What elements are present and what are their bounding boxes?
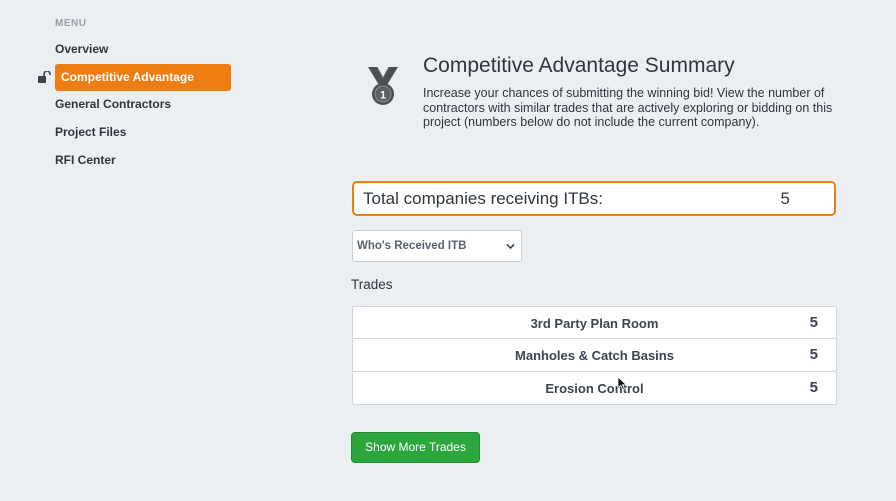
trade-row[interactable]: Erosion Control 5 (352, 372, 837, 405)
trade-count: 5 (809, 379, 818, 396)
trade-row[interactable]: 3rd Party Plan Room 5 (352, 306, 837, 339)
unlock-icon (38, 71, 51, 83)
itb-filter-value: Who's Received ITB (357, 240, 467, 252)
page: MENU Overview Competitive Advantage Gene… (0, 0, 896, 501)
page-description: Increase your chances of submitting the … (423, 86, 833, 129)
svg-text:1: 1 (380, 90, 386, 102)
trade-count: 5 (809, 314, 818, 331)
show-more-trades-button[interactable]: Show More Trades (351, 432, 480, 463)
sidebar-item-project-files[interactable]: Project Files (55, 125, 126, 139)
menu-label: MENU (55, 18, 87, 29)
sidebar-item-general-contractors[interactable]: General Contractors (55, 97, 171, 111)
trade-name: Erosion Control (545, 381, 644, 396)
chevron-down-icon (506, 243, 515, 250)
trade-name: 3rd Party Plan Room (530, 316, 659, 331)
sidebar-item-competitive-advantage[interactable]: Competitive Advantage (55, 64, 231, 91)
itb-filter-select[interactable]: Who's Received ITB (352, 230, 522, 262)
page-title: Competitive Advantage Summary (423, 54, 735, 77)
total-itb-label: Total companies receiving ITBs: (363, 189, 603, 208)
trade-list: 3rd Party Plan Room 5 Manholes & Catch B… (352, 306, 837, 405)
sidebar-item-overview[interactable]: Overview (55, 42, 108, 56)
medal-icon: 1 (368, 66, 398, 105)
trades-heading: Trades (351, 277, 393, 292)
total-itb-box: Total companies receiving ITBs: 5 (352, 181, 836, 216)
total-itb-value: 5 (780, 189, 790, 208)
trade-row[interactable]: Manholes & Catch Basins 5 (352, 339, 837, 372)
mouse-cursor-icon (617, 376, 627, 390)
trade-count: 5 (809, 346, 818, 363)
sidebar-item-rfi-center[interactable]: RFI Center (55, 153, 116, 167)
trade-name: Manholes & Catch Basins (515, 348, 674, 363)
